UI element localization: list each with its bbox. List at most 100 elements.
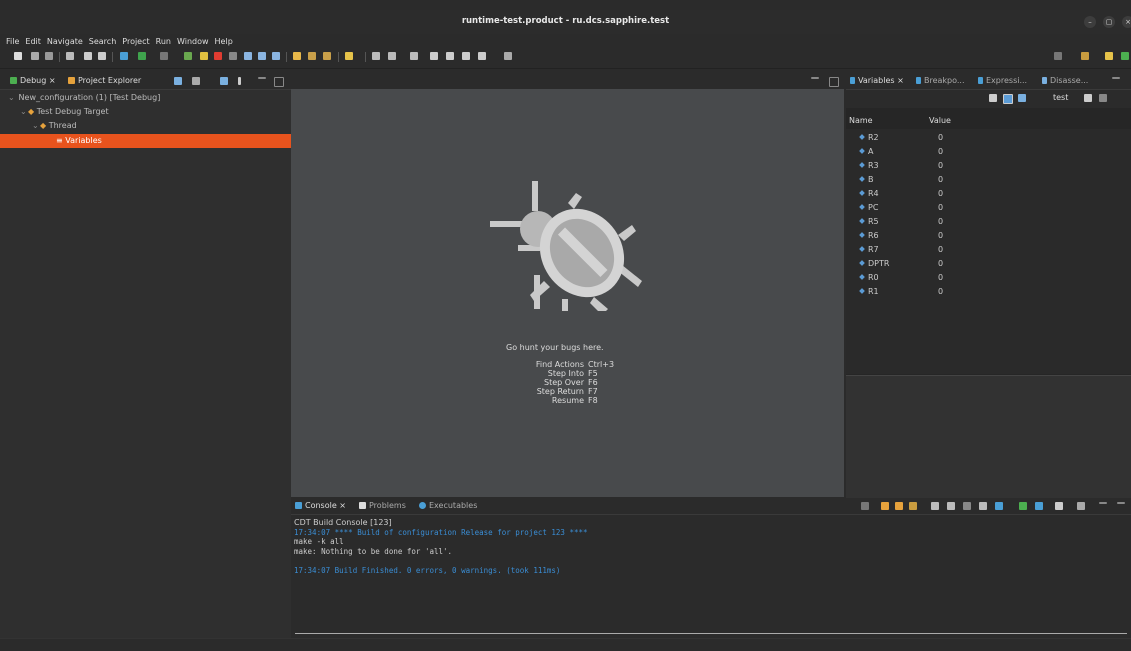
tab-project-explorer[interactable]: Project Explorer	[68, 76, 141, 85]
variable-row[interactable]: R6 0	[846, 229, 1131, 243]
variable-row[interactable]: R4 0	[846, 187, 1131, 201]
terminal-icon[interactable]	[504, 52, 512, 60]
new-console-icon[interactable]	[1055, 502, 1063, 510]
tab-variables[interactable]: Variables ×	[850, 76, 904, 85]
save-icon[interactable]	[31, 52, 39, 60]
nav-forward-icon[interactable]	[478, 52, 486, 60]
tab-expressions[interactable]: Expressi...	[978, 76, 1027, 85]
console-scrollbar[interactable]	[295, 633, 1127, 634]
debug-perspective-icon[interactable]	[1121, 52, 1129, 60]
maximize-view-icon[interactable]	[274, 77, 284, 87]
variable-row[interactable]: DPTR 0	[846, 257, 1131, 271]
menu-window[interactable]: Window	[177, 37, 209, 46]
show-on-output-icon[interactable]	[895, 502, 903, 510]
menu-run[interactable]: Run	[156, 37, 171, 46]
display-selected-console-icon[interactable]	[1019, 502, 1027, 510]
minimize-editor-icon[interactable]	[811, 77, 819, 79]
separator-icon[interactable]	[963, 502, 971, 510]
tab-problems[interactable]: Problems	[359, 501, 406, 510]
forward-icon[interactable]	[446, 52, 454, 60]
chevron-down-icon[interactable]: ⌄	[20, 105, 28, 118]
external-tools-icon[interactable]	[160, 52, 168, 60]
variable-row[interactable]: R3 0	[846, 159, 1131, 173]
tab-breakpoints[interactable]: Breakpo...	[916, 76, 965, 85]
console-output[interactable]: CDT Build Console [123] 17:34:07 **** Bui…	[294, 518, 588, 575]
column-header-name[interactable]: Name	[849, 116, 873, 125]
layout-icon[interactable]	[220, 77, 228, 85]
step-return-icon[interactable]	[272, 52, 280, 60]
variable-row[interactable]: R2 0	[846, 131, 1131, 145]
minimize-view-icon[interactable]	[1112, 77, 1120, 79]
menu-edit[interactable]: Edit	[25, 37, 41, 46]
show-logical-structure-icon[interactable]	[1003, 94, 1013, 104]
variable-row[interactable]: R7 0	[846, 243, 1131, 257]
menu-file[interactable]: File	[6, 37, 19, 46]
scroll-lock-icon[interactable]	[881, 502, 889, 510]
paste-icon[interactable]	[947, 502, 955, 510]
save-all-icon[interactable]	[45, 52, 53, 60]
copy-icon[interactable]	[931, 502, 939, 510]
step-into-icon[interactable]	[244, 52, 252, 60]
minimize-button[interactable]: –	[1084, 16, 1096, 28]
use-step-filters-icon[interactable]	[293, 52, 301, 60]
nav-back-icon[interactable]	[462, 52, 470, 60]
annotation-icon[interactable]	[388, 52, 396, 60]
console-menu-icon[interactable]	[1077, 502, 1085, 510]
remove-icon[interactable]	[1099, 94, 1107, 102]
tab-console[interactable]: Console ×	[295, 501, 346, 510]
clear-console-icon[interactable]	[861, 502, 869, 510]
tree-item-thread[interactable]: ⌄◆ Thread	[0, 119, 323, 132]
collapse-all-icon[interactable]	[174, 77, 182, 85]
add-icon[interactable]	[1084, 94, 1092, 102]
step-over-icon[interactable]	[258, 52, 266, 60]
maximize-editor-icon[interactable]	[829, 77, 839, 87]
view-menu-icon[interactable]	[238, 77, 241, 85]
word-wrap-icon[interactable]	[909, 502, 917, 510]
debug-run-icon[interactable]	[120, 52, 128, 60]
variable-row[interactable]: R5 0	[846, 215, 1131, 229]
tree-item-debug-target[interactable]: ⌄◆ Test Debug Target	[0, 105, 311, 118]
menu-help[interactable]: Help	[215, 37, 233, 46]
chevron-down-icon[interactable]: ⌄	[32, 119, 40, 132]
redo-icon[interactable]	[98, 52, 106, 60]
filter-icon[interactable]	[192, 77, 200, 85]
terminate-icon[interactable]	[214, 52, 222, 60]
toggle-breakpoint-icon[interactable]	[308, 52, 316, 60]
variable-row[interactable]: B0	[846, 173, 1131, 187]
pencil-icon[interactable]	[345, 52, 353, 60]
next-annotation-icon[interactable]	[410, 52, 418, 60]
undo-icon[interactable]	[84, 52, 92, 60]
maximize-view-icon[interactable]	[1117, 502, 1125, 504]
minimize-view-icon[interactable]	[258, 77, 266, 79]
open-console-icon[interactable]	[1035, 502, 1043, 510]
collapse-all-icon[interactable]	[1018, 94, 1026, 102]
search-icon[interactable]	[1054, 52, 1062, 60]
menu-project[interactable]: Project	[122, 37, 149, 46]
open-perspective-icon[interactable]	[1081, 52, 1089, 60]
tab-executables[interactable]: Executables	[419, 501, 477, 510]
variable-row[interactable]: R1 0	[846, 285, 1131, 299]
menu-search[interactable]: Search	[89, 37, 116, 46]
pin-console-icon[interactable]	[995, 502, 1003, 510]
column-header-value[interactable]: Value	[929, 116, 951, 125]
variable-row[interactable]: PC 0	[846, 201, 1131, 215]
tab-disassembly[interactable]: Disasse...	[1042, 76, 1088, 85]
tree-item-configuration[interactable]: ⌄ New_configuration (1) [Test Debug]	[0, 91, 299, 104]
resume-icon[interactable]	[184, 52, 192, 60]
tab-debug[interactable]: Debug ×	[10, 76, 56, 85]
run-icon[interactable]	[138, 52, 146, 60]
build-icon[interactable]	[66, 52, 74, 60]
disconnect-icon[interactable]	[229, 52, 237, 60]
cpp-perspective-icon[interactable]	[1105, 52, 1113, 60]
suspend-icon[interactable]	[200, 52, 208, 60]
show-type-names-icon[interactable]	[989, 94, 997, 102]
pin-icon[interactable]	[372, 52, 380, 60]
menu-navigate[interactable]: Navigate	[47, 37, 83, 46]
variable-row[interactable]: A0	[846, 145, 1131, 159]
variable-detail-pane[interactable]	[846, 375, 1131, 498]
maximize-button[interactable]: ▢	[1103, 16, 1115, 28]
chevron-down-icon[interactable]: ⌄	[8, 91, 16, 104]
variable-row[interactable]: R0 0	[846, 271, 1131, 285]
minimize-view-icon[interactable]	[1099, 502, 1107, 504]
new-icon[interactable]	[14, 52, 22, 60]
